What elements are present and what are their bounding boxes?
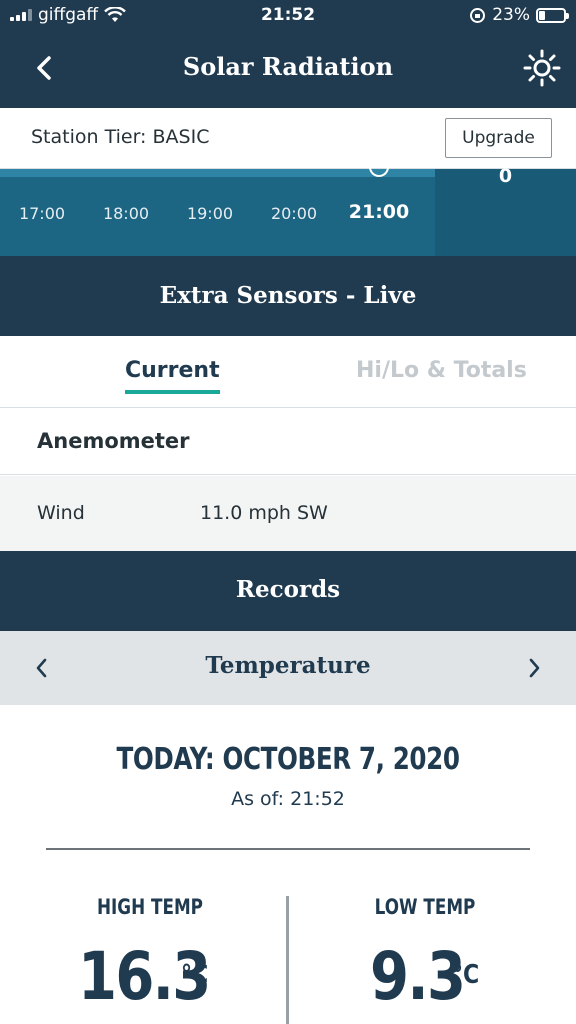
sensor-row-wind: Wind 11.0 mph SW — [0, 476, 576, 551]
current-value: 0 — [498, 165, 513, 187]
sensor-row-value: 11.0 mph SW — [200, 502, 328, 524]
sensor-row-key: Wind — [37, 502, 85, 524]
records-date-heading: TODAY: OCTOBER 7, 2020 — [116, 742, 460, 777]
hour-label-active[interactable]: 21:00 — [344, 201, 414, 223]
low-temp-label: LOW TEMP — [374, 895, 476, 919]
high-temp-label: HIGH TEMP — [97, 895, 203, 919]
tab-current[interactable]: Current — [125, 358, 220, 394]
status-bar: giffgaff 21:52 23% — [0, 0, 576, 32]
hour-label[interactable]: 20:00 — [259, 204, 329, 223]
high-temp-unit: °C — [181, 960, 209, 990]
station-tier-label: Station Tier: BASIC — [31, 126, 210, 148]
station-tier-bar: Station Tier: BASIC Upgrade — [0, 108, 576, 169]
low-temp-unit: °C — [452, 960, 480, 990]
extra-sensors-header: Extra Sensors - Live — [0, 256, 576, 336]
low-temp-value: 9.3 — [370, 938, 466, 1015]
divider — [46, 848, 530, 850]
battery-percent: 23% — [492, 5, 530, 25]
records-header: Records — [0, 551, 576, 631]
status-right: 23% — [469, 5, 569, 25]
orientation-lock-icon — [470, 7, 486, 23]
nav-bar: Solar Radiation — [0, 32, 576, 108]
active-tab-indicator — [125, 390, 220, 394]
hour-label[interactable]: 19:00 — [175, 204, 245, 223]
sun-icon[interactable] — [522, 48, 562, 88]
hour-labels: 17:00 18:00 19:00 20:00 21:00 — [0, 201, 435, 228]
sensor-group-header: Anemometer — [0, 408, 576, 475]
records-category-nav: Temperature — [0, 631, 576, 705]
sensor-group-label: Anemometer — [37, 429, 190, 453]
upgrade-button[interactable]: Upgrade — [445, 118, 552, 158]
hour-label[interactable]: 17:00 — [7, 204, 77, 223]
records-category-title: Temperature — [205, 652, 371, 679]
tab-hilo-label: Hi/Lo & Totals — [356, 358, 527, 383]
vertical-divider — [286, 896, 289, 1024]
sensor-tabs: Current Hi/Lo & Totals — [0, 336, 576, 408]
hourly-timeline[interactable]: 0 17:00 18:00 19:00 20:00 21:00 — [0, 163, 576, 256]
hour-label[interactable]: 18:00 — [91, 204, 161, 223]
tab-hilo-totals[interactable]: Hi/Lo & Totals — [356, 358, 527, 383]
battery-icon — [536, 7, 569, 23]
records-as-of: As of: 21:52 — [231, 788, 345, 810]
page-title: Solar Radiation — [182, 52, 394, 81]
chevron-right-icon[interactable] — [522, 656, 546, 680]
tab-current-label: Current — [125, 358, 220, 383]
